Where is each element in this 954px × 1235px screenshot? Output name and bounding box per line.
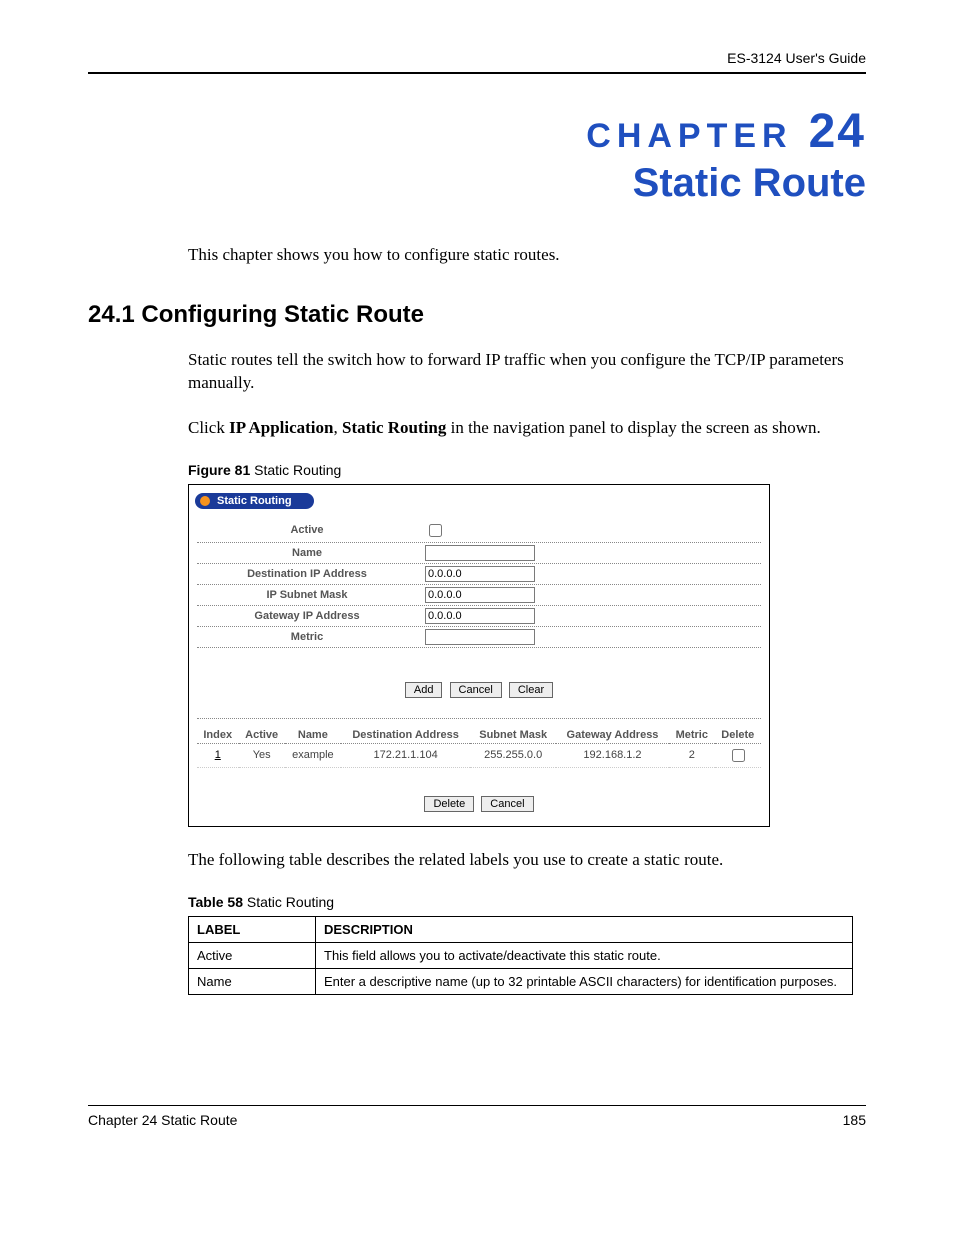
chapter-number: 24 [809,105,866,158]
footer-page-number: 185 [843,1112,866,1128]
label-metric: Metric [197,631,425,643]
table-caption: Table 58 Static Routing [188,894,866,910]
row-index-link[interactable]: 1 [215,749,221,761]
input-gateway-ip[interactable] [425,608,535,624]
desc-col-label: LABEL [189,916,316,942]
chapter-title: Static Route [88,161,866,206]
label-active: Active [197,524,425,536]
clear-button[interactable]: Clear [509,682,553,698]
figure-caption: Figure 81 Static Routing [188,462,866,478]
after-figure-text: The following table describes the relate… [188,849,866,872]
description-table: LABEL DESCRIPTION Active This field allo… [188,916,853,995]
row-gw: 192.168.1.2 [556,743,669,767]
input-subnet-mask[interactable] [425,587,535,603]
row-mask: 255.255.0.0 [470,743,556,767]
table-caption-text: Static Routing [243,894,334,910]
desc-label: Active [189,942,316,968]
col-dest: Destination Address [341,727,470,744]
screenshot-panel: Static Routing Active Name Destination I… [188,484,770,827]
text-run: Click [188,418,229,437]
row-active: Yes [239,743,285,767]
input-metric[interactable] [425,629,535,645]
col-gw: Gateway Address [556,727,669,744]
figure-caption-text: Static Routing [250,462,341,478]
desc-label: Name [189,968,316,994]
panel-title: Static Routing [217,495,292,507]
desc-col-description: DESCRIPTION [316,916,853,942]
col-index: Index [197,727,239,744]
label-subnet-mask: IP Subnet Mask [197,589,425,601]
routes-table: Index Active Name Destination Address Su… [197,727,761,768]
header-rule [88,72,866,74]
text-run: , [333,418,342,437]
table-row: Name Enter a descriptive name (up to 32 … [189,968,853,994]
row-name: example [285,743,341,767]
row-dest: 172.21.1.104 [341,743,470,767]
row-delete-checkbox[interactable] [732,749,745,762]
add-button[interactable]: Add [405,682,443,698]
table-caption-bold: Table 58 [188,894,243,910]
text-bold: IP Application [229,418,333,437]
section-heading: 24.1 Configuring Static Route [88,301,866,329]
input-destination-ip[interactable] [425,566,535,582]
col-name: Name [285,727,341,744]
col-mask: Subnet Mask [470,727,556,744]
footer-rule [88,1105,866,1106]
col-active: Active [239,727,285,744]
cancel2-button[interactable]: Cancel [481,796,533,812]
table-row: Active This field allows you to activate… [189,942,853,968]
desc-text: This field allows you to activate/deacti… [316,942,853,968]
row-metric: 2 [669,743,715,767]
footer-left: Chapter 24 Static Route [88,1112,237,1128]
figure-caption-bold: Figure 81 [188,462,250,478]
page-footer: Chapter 24 Static Route 185 [88,1105,866,1128]
cancel-button[interactable]: Cancel [450,682,502,698]
delete-button[interactable]: Delete [424,796,474,812]
desc-text: Enter a descriptive name (up to 32 print… [316,968,853,994]
label-gateway-ip: Gateway IP Address [197,610,425,622]
checkbox-active[interactable] [429,524,442,537]
chapter-label: CHAPTER [586,117,792,155]
section-p2: Click IP Application, Static Routing in … [188,417,866,440]
doc-title-header: ES-3124 User's Guide [88,50,866,66]
label-destination-ip: Destination IP Address [197,568,425,580]
table-row: 1 Yes example 172.21.1.104 255.255.0.0 1… [197,743,761,767]
chapter-intro: This chapter shows you how to configure … [188,244,866,267]
chapter-heading: CHAPTER 24 Static Route [88,104,866,206]
section-p1: Static routes tell the switch how to for… [188,349,866,395]
col-delete: Delete [715,727,761,744]
text-bold: Static Routing [342,418,446,437]
label-name: Name [197,547,425,559]
text-run: in the navigation panel to display the s… [446,418,820,437]
input-name[interactable] [425,545,535,561]
form-area: Active Name Destination IP Address IP Su… [189,515,769,660]
col-metric: Metric [669,727,715,744]
panel-title-pill: Static Routing [195,493,314,509]
